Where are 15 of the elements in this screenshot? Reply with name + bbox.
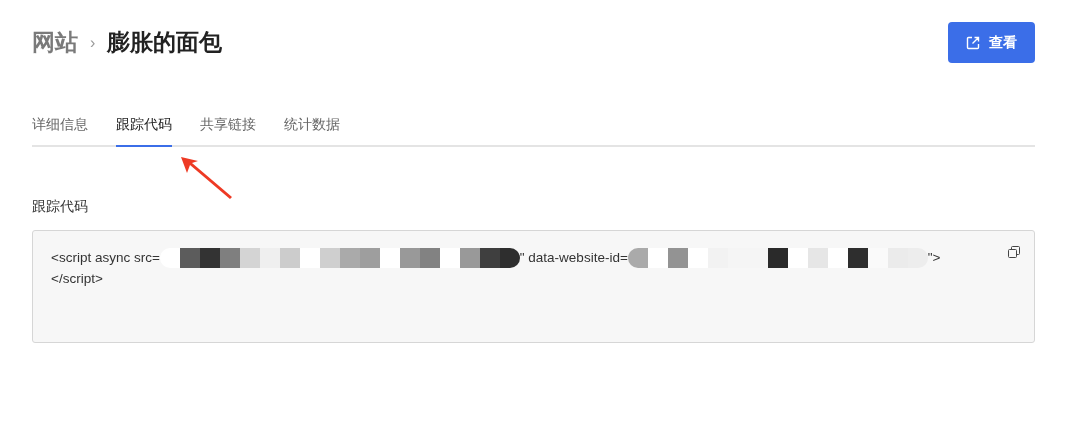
breadcrumb-separator: › bbox=[90, 32, 96, 53]
code-text: <script async src= bbox=[51, 249, 160, 267]
section-label: 跟踪代码 bbox=[32, 197, 89, 216]
code-text: </script> bbox=[51, 270, 103, 288]
copy-icon[interactable] bbox=[1008, 246, 1020, 258]
page-title: 膨胀的面包 bbox=[107, 28, 223, 58]
tab[interactable]: 统计数据 bbox=[284, 114, 340, 147]
view-button[interactable]: 查看 bbox=[948, 22, 1035, 63]
tab[interactable]: 共享链接 bbox=[200, 114, 256, 147]
tab[interactable]: 详细信息 bbox=[32, 114, 88, 147]
code-text: " data-website-id= bbox=[519, 249, 628, 267]
breadcrumb-link[interactable]: 网站 bbox=[32, 25, 78, 60]
code-text: "> bbox=[927, 249, 941, 267]
external-link-icon bbox=[966, 35, 980, 50]
tab[interactable]: 跟踪代码 bbox=[116, 114, 172, 147]
